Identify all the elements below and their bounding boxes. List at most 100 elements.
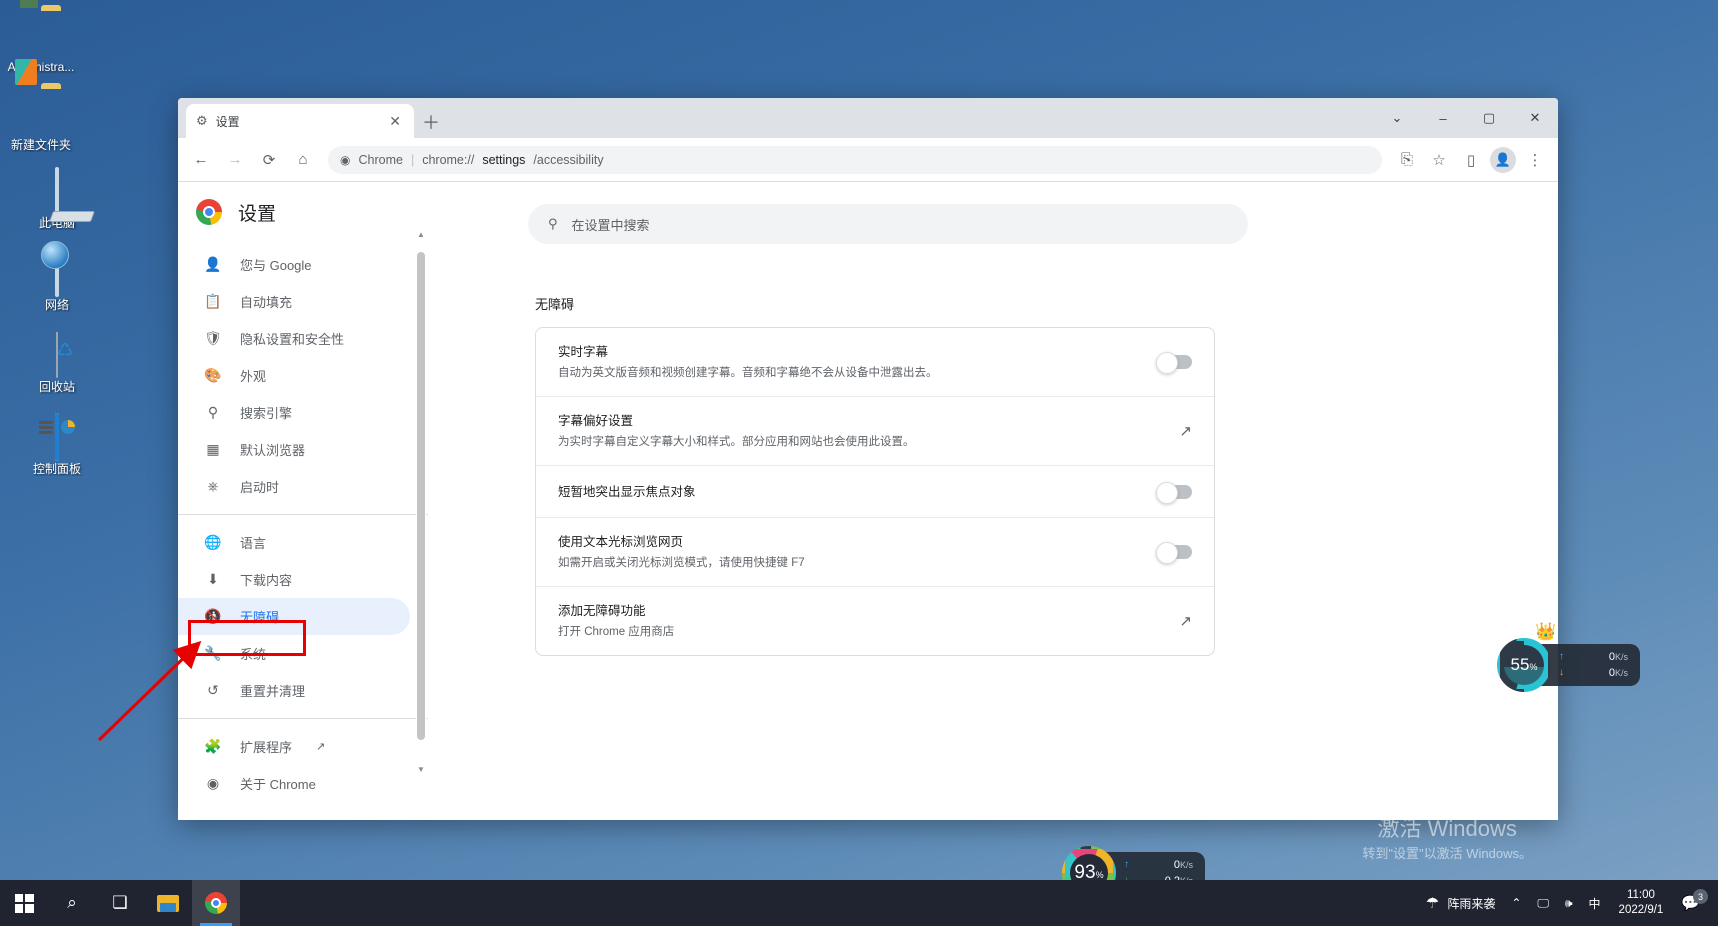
clock[interactable]: 11:00 2022/9/1 xyxy=(1609,888,1674,918)
maximize-button[interactable]: ▢ xyxy=(1466,98,1512,138)
search-button[interactable]: ⌕ xyxy=(48,880,96,926)
sidebar-item-search-engine[interactable]: ⚲ 搜索引擎 xyxy=(178,394,410,431)
row-text: 使用文本光标浏览网页 如需开启或关闭光标浏览模式，请使用快捷键 F7 xyxy=(558,532,805,572)
palette-icon: 🎨 xyxy=(204,367,222,384)
external-link-icon[interactable]: ↗ xyxy=(1179,612,1192,630)
scroll-down-arrow-icon[interactable]: ▼ xyxy=(416,765,426,774)
search-placeholder: 在设置中搜索 xyxy=(572,215,650,234)
nav-divider xyxy=(178,514,428,515)
row-title: 字幕偏好设置 xyxy=(558,411,915,431)
sidebar-item-on-startup[interactable]: ⎈ 启动时 xyxy=(178,468,410,505)
toggle-live-caption[interactable] xyxy=(1158,355,1192,369)
ime-indicator[interactable]: 中 xyxy=(1581,880,1609,926)
row-live-caption[interactable]: 实时字幕 自动为英文版音频和视频创建字幕。音频和字幕绝不会从设备中泄露出去。 xyxy=(536,328,1214,397)
scrollbar-thumb[interactable] xyxy=(417,252,425,740)
sidebar-item-you-and-google[interactable]: 👤 您与 Google xyxy=(178,246,410,283)
sidebar-item-accessibility[interactable]: 🚯 无障碍 xyxy=(178,598,410,635)
file-explorer-button[interactable] xyxy=(144,880,192,926)
sidebar-item-autofill[interactable]: 📋 自动填充 xyxy=(178,283,410,320)
volume-icon[interactable]: 🕪 xyxy=(1557,880,1581,926)
sidebar-item-label: 自动填充 xyxy=(240,292,292,311)
notification-count-badge: 3 xyxy=(1693,889,1708,904)
sidebar-item-default-browser[interactable]: ▦ 默认浏览器 xyxy=(178,431,410,468)
row-title: 短暂地突出显示焦点对象 xyxy=(558,482,696,502)
weather-widget[interactable]: ☂ 阵雨来袭 xyxy=(1418,880,1503,926)
sidebar-item-privacy-security[interactable]: 🛡 隐私设置和安全性 xyxy=(178,320,410,357)
sidebar-item-appearance[interactable]: 🎨 外观 xyxy=(178,357,410,394)
gear-icon: ⚙ xyxy=(196,113,208,129)
power-icon: ⎈ xyxy=(204,478,222,495)
tray-overflow-button[interactable]: ⌃ xyxy=(1503,880,1529,926)
reload-button[interactable]: ⟳ xyxy=(254,145,284,175)
tab-close-icon[interactable]: ✕ xyxy=(386,113,404,130)
folder-icon xyxy=(2,88,80,138)
desktop-icon-network[interactable]: 网络 xyxy=(18,248,96,312)
tab-search-button[interactable]: ⌄ xyxy=(1374,98,1420,138)
download-icon: ⬇ xyxy=(204,571,222,588)
settings-content: ⚲ 在设置中搜索 无障碍 实时字幕 自动为英文版音频和视频创建字幕。音频和字幕绝… xyxy=(428,182,1558,820)
search-icon: ⌕ xyxy=(67,893,77,913)
back-button[interactable]: ← xyxy=(186,145,216,175)
task-view-button[interactable]: ❏ xyxy=(96,880,144,926)
notification-center-button[interactable]: 💬 3 xyxy=(1673,894,1712,912)
sidebar-item-system[interactable]: 🔧 系统 xyxy=(178,635,410,672)
start-button[interactable] xyxy=(0,880,48,926)
side-panel-icon[interactable]: ▯ xyxy=(1456,145,1486,175)
sidebar-item-downloads[interactable]: ⬇ 下载内容 xyxy=(178,561,410,598)
toggle-quick-highlight[interactable] xyxy=(1158,485,1192,499)
windows-logo-icon xyxy=(15,894,34,913)
forward-button[interactable]: → xyxy=(220,145,250,175)
row-show-quick-highlight[interactable]: 短暂地突出显示焦点对象 xyxy=(536,466,1214,518)
network-icon xyxy=(18,248,96,298)
tab-strip: ⚙ 设置 ✕ ＋ ⌄ – ▢ ✕ xyxy=(178,98,1558,138)
sidebar-item-languages[interactable]: 🌐 语言 xyxy=(178,524,410,561)
minimize-button[interactable]: – xyxy=(1420,98,1466,138)
row-title: 实时字幕 xyxy=(558,342,938,362)
close-window-button[interactable]: ✕ xyxy=(1512,98,1558,138)
scroll-up-arrow-icon[interactable]: ▲ xyxy=(416,230,426,239)
desktop-icon-administrator[interactable]: Administra... xyxy=(2,10,80,74)
desktop-icon-this-pc[interactable]: 此电脑 xyxy=(18,166,96,230)
desktop-icon-new-folder[interactable]: 新建文件夹 xyxy=(2,88,80,152)
row-caret-browsing[interactable]: 使用文本光标浏览网页 如需开启或关闭光标浏览模式，请使用快捷键 F7 xyxy=(536,518,1214,587)
puzzle-icon: 🧩 xyxy=(204,738,222,755)
sidebar-item-extensions[interactable]: 🧩 扩展程序 ↗ xyxy=(178,728,410,765)
browser-menu-button[interactable]: ⋮ xyxy=(1520,145,1550,175)
wrench-icon: 🔧 xyxy=(204,645,222,662)
sidebar-item-label: 关于 Chrome xyxy=(240,774,316,793)
toggle-caret-browsing[interactable] xyxy=(1158,545,1192,559)
sidebar-scrollbar[interactable]: ▲ ▼ xyxy=(416,238,426,758)
chrome-taskbar-button[interactable] xyxy=(192,880,240,926)
external-link-icon[interactable]: ↗ xyxy=(1179,422,1192,440)
usage-gauge: 55% xyxy=(1497,638,1551,692)
home-button[interactable]: ⌂ xyxy=(288,145,318,175)
sidebar-item-label: 搜索引擎 xyxy=(240,403,292,422)
profile-avatar[interactable]: 👤 xyxy=(1488,145,1518,175)
row-text: 短暂地突出显示焦点对象 xyxy=(558,482,696,502)
network-speed-widget-55[interactable]: 55% 👑 ↑ 0K/s ↓ 0K/s xyxy=(1497,638,1640,692)
row-add-accessibility-features[interactable]: 添加无障碍功能 打开 Chrome 应用商店 ↗ xyxy=(536,587,1214,655)
upload-speed-line: ↑ 0K/s xyxy=(1124,857,1193,873)
network-icon[interactable]: 🖵 xyxy=(1529,880,1557,926)
desktop-icon-area: Administra... 新建文件夹 此电脑 网络 回收站 控制面板 xyxy=(0,6,160,486)
desktop-icon-control-panel[interactable]: 控制面板 xyxy=(18,412,96,476)
desktop-icon-label: Administra... xyxy=(2,60,80,74)
search-input[interactable]: ⚲ 在设置中搜索 xyxy=(528,204,1248,244)
sidebar-item-reset-cleanup[interactable]: ↺ 重置并清理 xyxy=(178,672,410,709)
row-caption-preferences[interactable]: 字幕偏好设置 为实时字幕自定义字幕大小和样式。部分应用和网站也会使用此设置。 ↗ xyxy=(536,397,1214,466)
sidebar-item-about-chrome[interactable]: ◉ 关于 Chrome xyxy=(178,765,410,802)
desktop-icon-label: 新建文件夹 xyxy=(2,138,80,152)
sidebar-item-label: 启动时 xyxy=(240,477,279,496)
share-icon[interactable]: ⎘ xyxy=(1392,145,1422,175)
system-tray: ☂ 阵雨来袭 ⌃ 🖵 🕪 中 11:00 2022/9/1 💬 3 xyxy=(1418,880,1718,926)
gauge-percent: 55% xyxy=(1511,655,1538,675)
tab-title: 设置 xyxy=(216,113,379,130)
new-tab-button[interactable]: ＋ xyxy=(422,114,440,132)
desktop-icon-label: 控制面板 xyxy=(18,462,96,476)
tab-settings[interactable]: ⚙ 设置 ✕ xyxy=(186,104,414,138)
address-bar[interactable]: ◉ Chrome | chrome://settings/accessibili… xyxy=(328,146,1382,174)
desktop-icon-recycle-bin[interactable]: 回收站 xyxy=(18,330,96,394)
clock-date: 2022/9/1 xyxy=(1619,903,1664,918)
bookmark-star-icon[interactable]: ☆ xyxy=(1424,145,1454,175)
activate-windows-watermark: 激活 Windows 转到"设置"以激活 Windows。 xyxy=(1362,814,1532,864)
